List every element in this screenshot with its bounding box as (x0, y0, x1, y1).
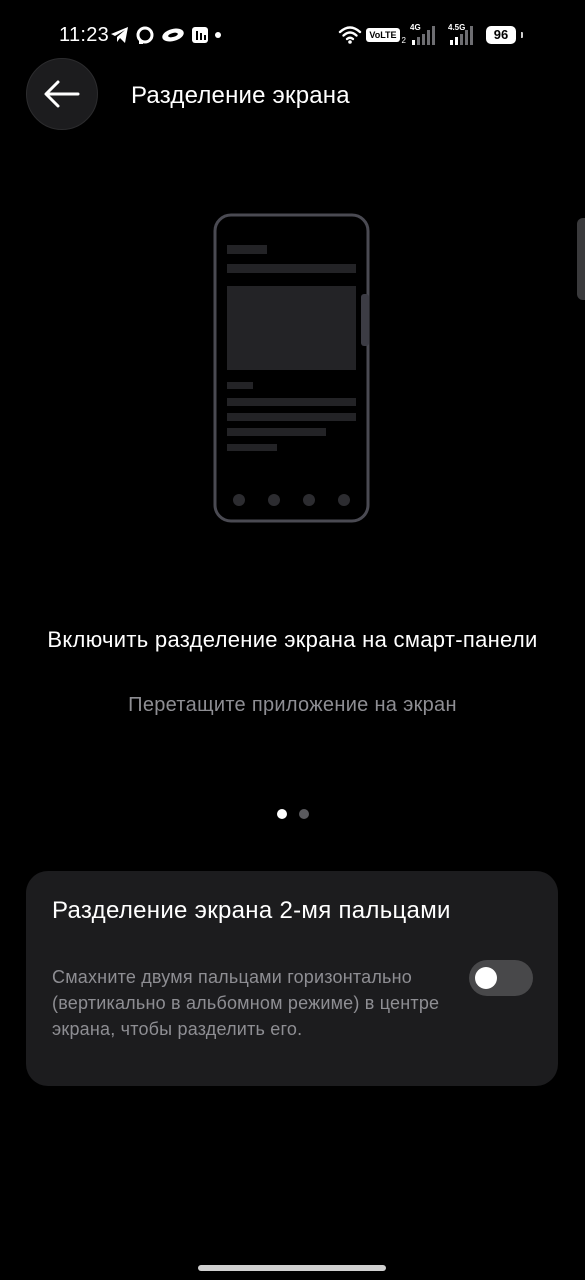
system-status-icons: VoLTE 2 4G 4.5G 96 (338, 22, 523, 48)
two-finger-split-setting-card[interactable]: Разделение экрана 2-мя пальцами Смахните… (26, 871, 558, 1086)
battery-icon: 96 (486, 26, 516, 44)
gesture-navigation-bar[interactable] (198, 1265, 386, 1271)
signal-4g-icon: 4G (410, 23, 436, 46)
volte-sim-number: 2 (401, 35, 406, 45)
threads-icon (136, 26, 154, 44)
setting-title: Разделение экрана 2-мя пальцами (52, 897, 451, 924)
feature-subtitle: Перетащите приложение на экран (128, 694, 457, 716)
page-title: Разделение экрана (131, 82, 350, 109)
wifi-icon (339, 26, 362, 44)
volte-icon: VoLTE (366, 28, 400, 42)
feature-title: Включить разделение экрана на смарт-пане… (47, 627, 538, 652)
net2-label: 4.5G (448, 23, 466, 32)
signal-45g-icon: 4.5G (448, 23, 474, 46)
sticker-app-icon (162, 28, 184, 42)
status-bar: 11:23 VoLTE 2 4G 4.5G 96 (0, 0, 585, 70)
notification-icons (110, 24, 222, 46)
phone-mockup-illustration (213, 213, 370, 523)
more-dot-icon (215, 32, 221, 38)
pager-dot-2[interactable] (298, 809, 309, 819)
two-finger-split-toggle[interactable] (469, 960, 533, 996)
pager-indicator (0, 809, 585, 819)
notes-app-icon (192, 27, 208, 43)
setting-description: Смахните двумя пальцами горизонтально (в… (52, 967, 440, 1039)
back-button[interactable] (26, 58, 98, 130)
toggle-knob (475, 967, 497, 989)
net1-label: 4G (410, 23, 421, 32)
status-time: 11:23 (59, 24, 110, 46)
smart-sidebar-handle[interactable] (577, 218, 585, 300)
pager-dot-1[interactable] (276, 809, 287, 819)
battery-tip (521, 32, 523, 38)
arrow-left-icon (44, 80, 80, 108)
telegram-icon (111, 27, 128, 43)
